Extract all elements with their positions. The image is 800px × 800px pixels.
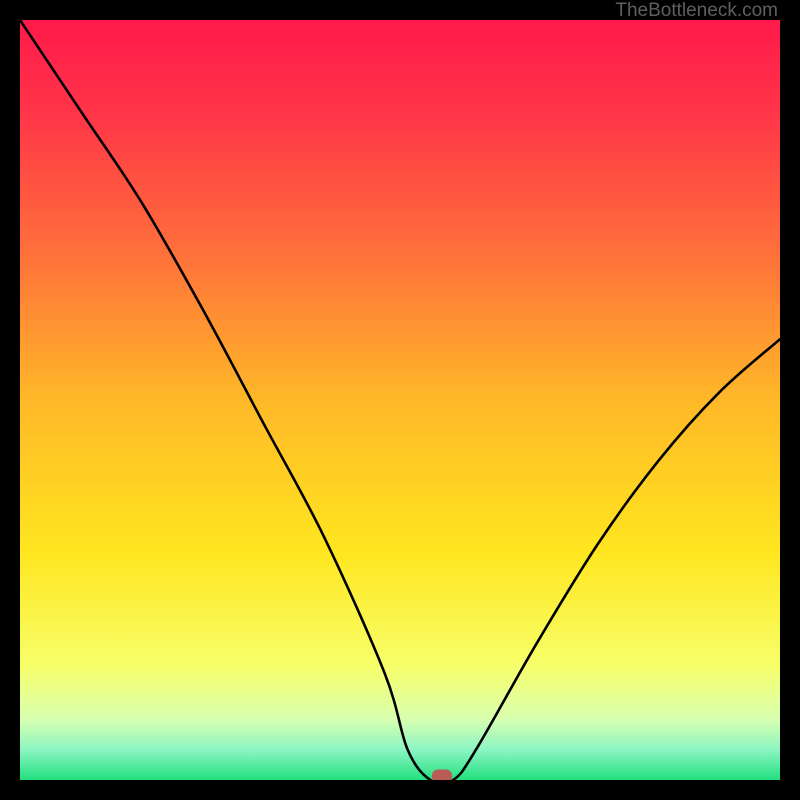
attribution-text: TheBottleneck.com xyxy=(615,0,778,22)
chart-frame: TheBottleneck.com xyxy=(0,0,800,800)
bottleneck-curve xyxy=(20,20,780,780)
plot-area xyxy=(20,20,780,780)
optimal-point-marker xyxy=(432,770,452,781)
